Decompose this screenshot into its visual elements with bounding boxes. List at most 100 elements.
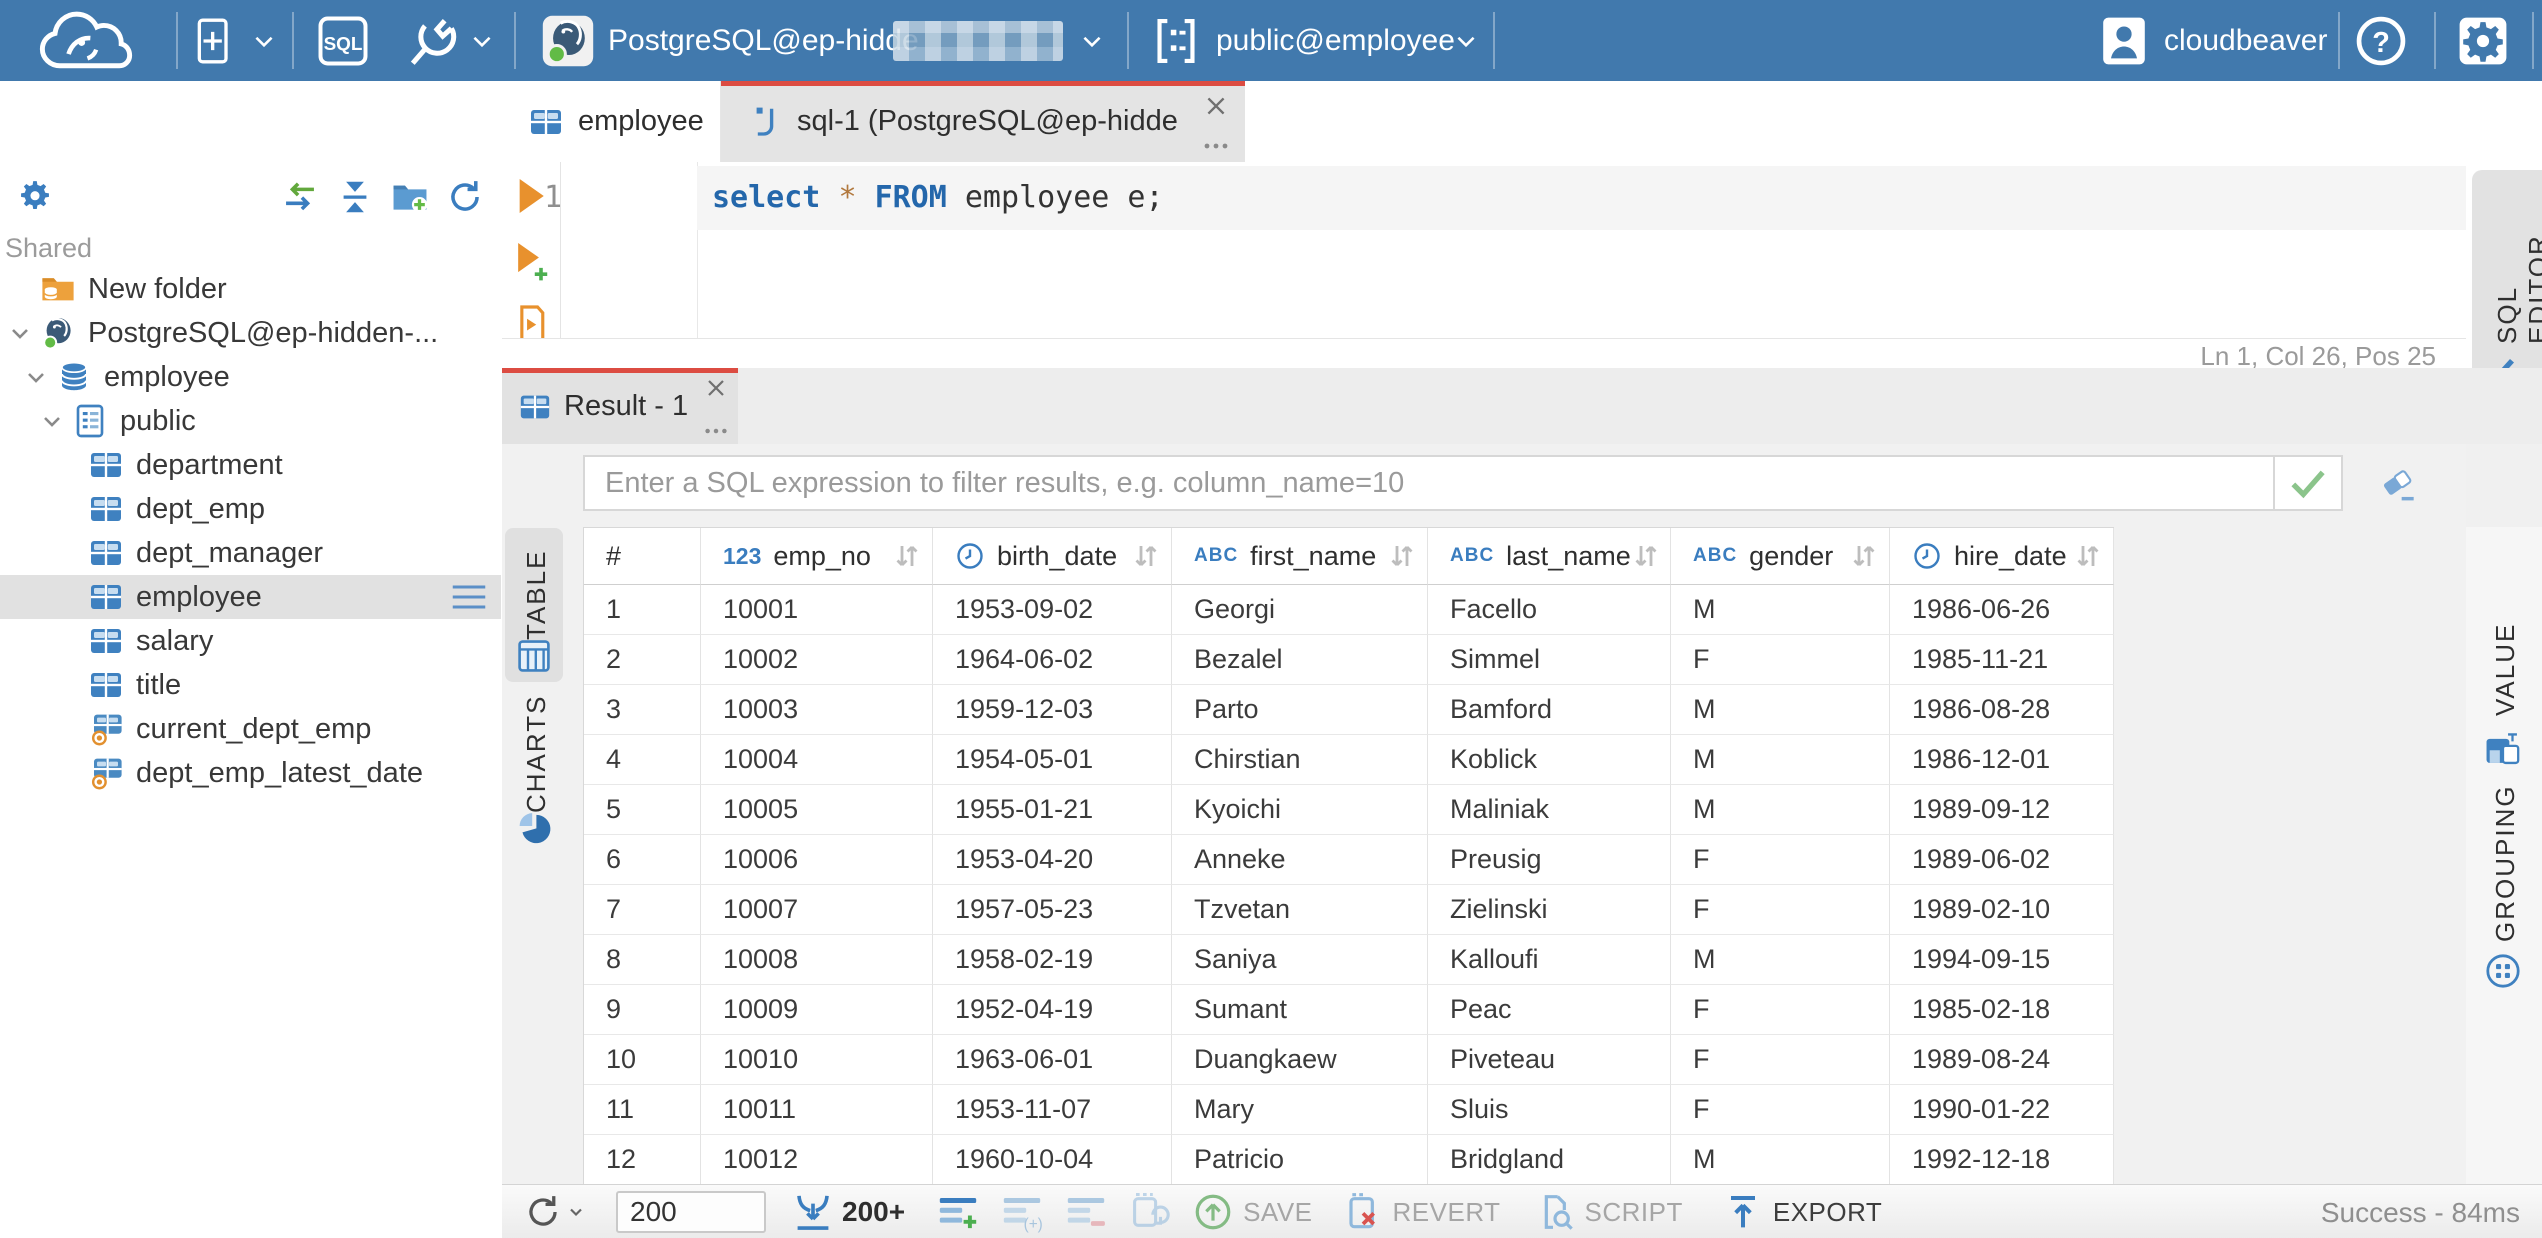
settings-gear-icon[interactable]	[2456, 14, 2510, 68]
fetch-more-label[interactable]: 200+	[842, 1196, 905, 1228]
apply-changes-icon[interactable]	[1129, 1191, 1171, 1233]
data-cell[interactable]: Piveteau	[1428, 1035, 1671, 1085]
filter-input[interactable]	[583, 455, 2273, 511]
data-cell[interactable]: 1986-08-28	[1890, 685, 2114, 735]
data-cell[interactable]: F	[1671, 1085, 1890, 1135]
table-row[interactable]: 2 10002 1964-06-02 Bezalel Simmel F 1985-11-21	[584, 635, 2114, 685]
data-cell[interactable]: Sumant	[1172, 985, 1428, 1035]
data-cell[interactable]: 1953-09-02	[933, 585, 1172, 635]
chevron-down-icon[interactable]	[40, 409, 64, 433]
row-number-cell[interactable]: 8	[584, 935, 701, 985]
data-cell[interactable]: Preusig	[1428, 835, 1671, 885]
data-cell[interactable]: 1955-01-21	[933, 785, 1172, 835]
data-cell[interactable]: 1990-01-22	[1890, 1085, 2114, 1135]
row-number-cell[interactable]: 12	[584, 1135, 701, 1185]
row-number-cell[interactable]: 5	[584, 785, 701, 835]
tree-item-dept-emp-latest-date[interactable]: dept_emp_latest_date	[0, 751, 501, 795]
data-cell[interactable]: Anneke	[1172, 835, 1428, 885]
data-cell[interactable]: M	[1671, 685, 1890, 735]
sort-icon[interactable]	[2073, 541, 2103, 571]
tree-item-public[interactable]: public	[0, 399, 501, 443]
tree-item-current-dept-emp[interactable]: current_dept_emp	[0, 707, 501, 751]
connection-postgres-icon[interactable]	[540, 13, 596, 69]
data-cell[interactable]: Bamford	[1428, 685, 1671, 735]
row-number-cell[interactable]: 11	[584, 1085, 701, 1135]
tree-item-salary[interactable]: salary	[0, 619, 501, 663]
data-cell[interactable]: Koblick	[1428, 735, 1671, 785]
tab-table-view[interactable]: TABLE	[505, 528, 563, 682]
data-cell[interactable]: Sluis	[1428, 1085, 1671, 1135]
user-name[interactable]: cloudbeaver	[2164, 24, 2327, 58]
column-header-gender[interactable]: ABC gender	[1671, 528, 1890, 585]
add-folder-icon[interactable]	[390, 178, 430, 216]
data-cell[interactable]: 1963-06-01	[933, 1035, 1172, 1085]
data-cell[interactable]: 1986-12-01	[1890, 735, 2114, 785]
data-cell[interactable]: 1989-02-10	[1890, 885, 2114, 935]
sort-icon[interactable]	[1849, 541, 1879, 571]
data-cell[interactable]: 1989-06-02	[1890, 835, 2114, 885]
table-row[interactable]: 6 10006 1953-04-20 Anneke Preusig F 1989-06-02	[584, 835, 2114, 885]
tab-sql-editor-vertical[interactable]: SQL EDITOR	[2472, 170, 2542, 384]
tree-item-new-folder[interactable]: New folder	[0, 267, 501, 311]
refresh-tree-icon[interactable]	[446, 178, 484, 216]
data-cell[interactable]: 10007	[701, 885, 933, 935]
data-cell[interactable]: F	[1671, 635, 1890, 685]
data-cell[interactable]: 1954-05-01	[933, 735, 1172, 785]
data-cell[interactable]: 10008	[701, 935, 933, 985]
tree-item-title[interactable]: title	[0, 663, 501, 707]
row-number-cell[interactable]: 1	[584, 585, 701, 635]
column-header-first_name[interactable]: ABC first_name	[1172, 528, 1428, 585]
data-cell[interactable]: 10005	[701, 785, 933, 835]
tab-charts-view[interactable]: CHARTS	[505, 689, 563, 849]
data-cell[interactable]: 1953-04-20	[933, 835, 1172, 885]
save-button[interactable]: SAVE	[1193, 1192, 1312, 1232]
data-cell[interactable]: Chirstian	[1172, 735, 1428, 785]
new-object-chevron-icon[interactable]	[250, 28, 278, 54]
table-row[interactable]: 8 10008 1958-02-19 Saniya Kalloufi M 1994-09-1…	[584, 935, 2114, 985]
table-row[interactable]: 4 10004 1954-05-01 Chirstian Koblick M 1986-12…	[584, 735, 2114, 785]
tab-overflow-icon[interactable]	[1201, 138, 1231, 154]
tab-overflow-icon[interactable]	[702, 424, 730, 438]
sql-editor[interactable]: 1 select * FROM employee e;	[502, 162, 2466, 343]
tree-item-dept-emp[interactable]: dept_emp	[0, 487, 501, 531]
data-cell[interactable]: M	[1671, 785, 1890, 835]
row-number-cell[interactable]: 9	[584, 985, 701, 1035]
data-cell[interactable]: Facello	[1428, 585, 1671, 635]
row-number-cell[interactable]: 3	[584, 685, 701, 735]
sql-editor-button-icon[interactable]: SQL	[316, 14, 370, 68]
data-cell[interactable]: Bridgland	[1428, 1135, 1671, 1185]
value-panel-icon[interactable]	[2484, 730, 2522, 768]
tab-result-1[interactable]: Result - 1	[502, 368, 738, 444]
collapse-all-icon[interactable]	[336, 178, 374, 216]
chevron-down-icon[interactable]	[8, 321, 32, 345]
sidebar-settings-gear-icon[interactable]	[16, 178, 54, 216]
refresh-result-icon[interactable]	[524, 1193, 562, 1231]
export-button[interactable]: EXPORT	[1723, 1192, 1882, 1232]
data-cell[interactable]: 10003	[701, 685, 933, 735]
data-cell[interactable]: Saniya	[1172, 935, 1428, 985]
data-cell[interactable]: Kyoichi	[1172, 785, 1428, 835]
data-cell[interactable]: 10004	[701, 735, 933, 785]
data-cell[interactable]: 10002	[701, 635, 933, 685]
grouping-tab-label[interactable]: GROUPING	[2490, 776, 2521, 942]
data-cell[interactable]: 1957-05-23	[933, 885, 1172, 935]
execute-new-tab-icon[interactable]	[514, 240, 550, 282]
row-number-cell[interactable]: 2	[584, 635, 701, 685]
data-cell[interactable]: 10011	[701, 1085, 933, 1135]
tree-item-dept-manager[interactable]: dept_manager	[0, 531, 501, 575]
user-icon[interactable]	[2098, 13, 2150, 69]
sort-icon[interactable]	[1631, 541, 1661, 571]
data-cell[interactable]: 1952-04-19	[933, 985, 1172, 1035]
tab-sql-1[interactable]: sql-1 (PostgreSQL@ep-hidde...	[721, 81, 1245, 162]
data-cell[interactable]: 1986-06-26	[1890, 585, 2114, 635]
data-cell[interactable]: 1953-11-07	[933, 1085, 1172, 1135]
sort-icon[interactable]	[1387, 541, 1417, 571]
table-row[interactable]: 11 10011 1953-11-07 Mary Sluis F 1990-01-22	[584, 1085, 2114, 1135]
data-cell[interactable]: 1964-06-02	[933, 635, 1172, 685]
row-number-cell[interactable]: 6	[584, 835, 701, 885]
table-row[interactable]: 10 10010 1963-06-01 Duangkaew Piveteau F 1989-…	[584, 1035, 2114, 1085]
data-cell[interactable]: Maliniak	[1428, 785, 1671, 835]
data-cell[interactable]: M	[1671, 735, 1890, 785]
clear-filter-eraser-icon[interactable]	[2377, 464, 2421, 504]
data-cell[interactable]: Tzvetan	[1172, 885, 1428, 935]
